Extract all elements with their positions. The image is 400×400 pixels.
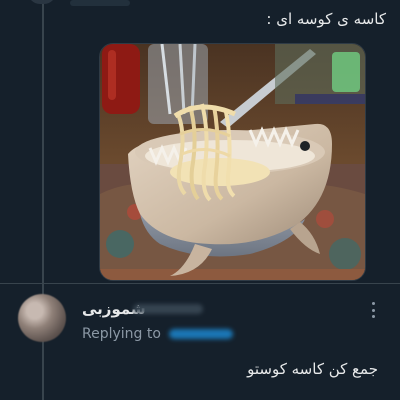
- avatar[interactable]: [18, 294, 66, 342]
- reply-handle-redacted: [133, 304, 203, 314]
- divider: [0, 283, 400, 284]
- parent-avatar[interactable]: [28, 0, 56, 4]
- replying-to-handle-redacted[interactable]: [169, 329, 234, 339]
- replying-to-label: Replying to: [82, 326, 161, 342]
- tweet-media-image[interactable]: [99, 43, 366, 281]
- more-dot-2: [371, 308, 375, 312]
- tweet-text: کاسه ی کوسه ای :: [266, 10, 386, 28]
- more-dot-1: [371, 302, 375, 305]
- shark-bowl-photo: [100, 44, 365, 280]
- replying-to: Replying to: [82, 326, 234, 342]
- more-dot-3: [371, 315, 375, 318]
- more-vertical-icon[interactable]: [370, 302, 376, 318]
- parent-meta-blur: [70, 0, 130, 6]
- reply-text: جمع کن کاسه کوستو: [247, 360, 378, 378]
